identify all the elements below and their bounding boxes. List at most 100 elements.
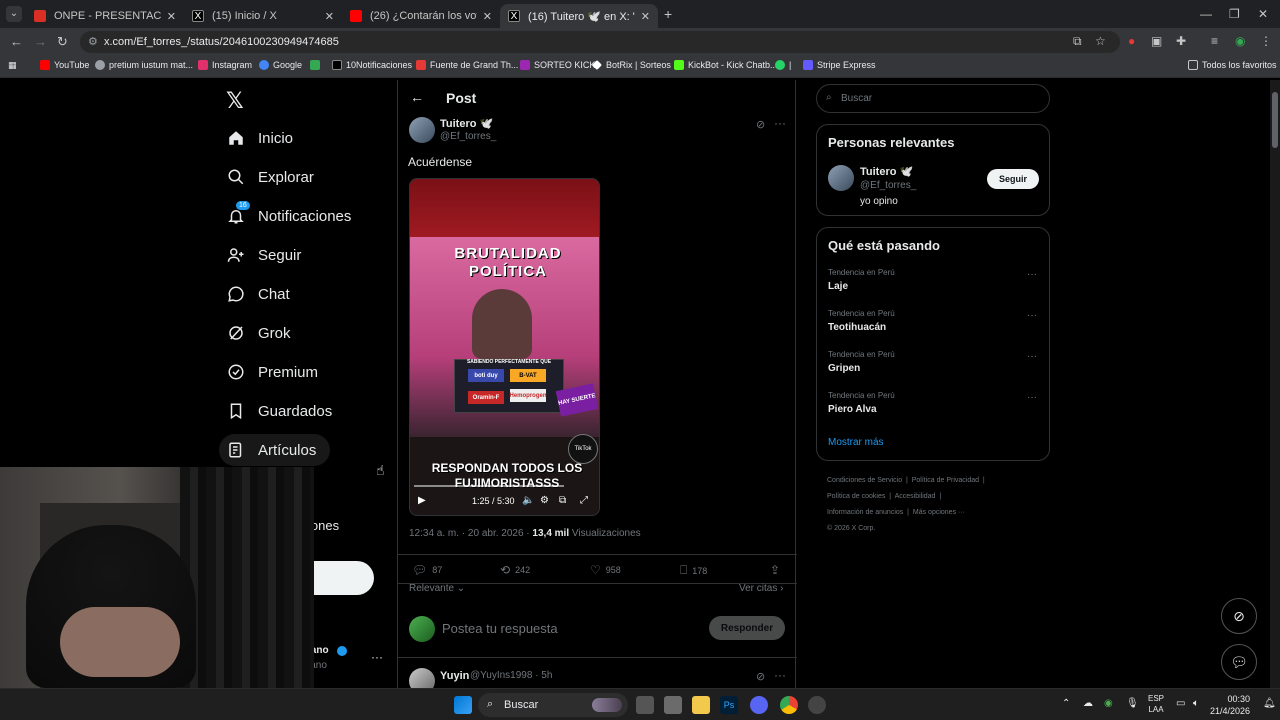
bookmark-google[interactable]: Google <box>259 60 302 70</box>
bookmark-botrix[interactable]: BotRix | Sorteos <box>592 60 671 70</box>
photoshop-icon[interactable]: Ps <box>720 696 738 714</box>
tab-close-icon[interactable]: ✕ <box>641 10 650 23</box>
tab-onpe[interactable]: ONPE - PRESENTACIÓN DE RES ✕ <box>26 4 184 28</box>
microphone-icon[interactable]: 🎙︎ <box>1126 698 1139 709</box>
file-explorer-icon[interactable] <box>692 696 710 714</box>
tab-x-post[interactable]: X (16) Tuitero 🕊️ en X: "Acuérden ✕ <box>500 4 658 28</box>
app-icon[interactable] <box>664 696 682 714</box>
bookmark-stripe[interactable]: Stripe Express <box>803 60 876 70</box>
nav-chat[interactable]: Chat <box>227 285 290 303</box>
bookmark-sorteo-kick[interactable]: SORTEO KICK <box>520 60 595 70</box>
responder-button[interactable]: Responder <box>709 616 785 640</box>
app-icon[interactable] <box>808 696 826 714</box>
pip-icon[interactable]: ⧉ <box>559 495 566 506</box>
tab-youtube[interactable]: (26) ¿Contarán los votos de ac ✕ <box>342 4 500 28</box>
bookmark-pretium[interactable]: pretium iustum mat... <box>95 60 193 70</box>
trend-piero-alva[interactable]: Piero Alva <box>828 404 877 415</box>
nav-inicio[interactable]: Inicio <box>227 129 293 147</box>
post-more-icon[interactable]: ··· <box>774 116 786 130</box>
follow-button[interactable]: Seguir <box>987 169 1039 189</box>
trend-more-icon[interactable]: ··· <box>1027 269 1037 280</box>
footer-link[interactable]: Política de Privacidad <box>912 477 979 484</box>
author-name[interactable]: Tuitero 🕊️ <box>440 117 493 130</box>
nav-grok[interactable]: Grok <box>227 324 291 342</box>
trend-teotihuacan[interactable]: Teotihuacán <box>828 322 886 333</box>
grok-fab-icon[interactable]: ⊘ <box>1221 598 1257 634</box>
taskbar-search[interactable]: ⌕ Buscar <box>478 693 628 717</box>
tab-x-home[interactable]: X (15) Inicio / X ✕ <box>184 4 342 28</box>
new-tab-button[interactable]: + <box>664 6 672 22</box>
reply-author-name[interactable]: Yuyin <box>440 670 469 682</box>
bookmark-button[interactable]: ⎕ 178 <box>680 563 707 578</box>
author-handle[interactable]: @Ef_torres_ <box>440 131 496 142</box>
extension-icon[interactable]: ▣ <box>1151 34 1162 48</box>
relevant-name[interactable]: Tuitero 🕊️ <box>860 165 913 178</box>
x-logo[interactable]: 𝕏 <box>226 88 244 114</box>
tray-app-icon[interactable]: ☁ <box>1083 698 1093 709</box>
extension-record-icon[interactable]: ● <box>1128 34 1135 48</box>
volume-icon[interactable]: 🔈 <box>522 495 534 506</box>
settings-gear-icon[interactable]: ⚙ <box>540 495 549 506</box>
sort-dropdown[interactable]: Relevante ⌄ <box>409 583 465 594</box>
bookmark-kickbot[interactable]: KickBot - Kick Chatb... <box>674 60 778 70</box>
trend-more-icon[interactable]: ··· <box>1027 351 1037 362</box>
trend-more-icon[interactable]: ··· <box>1027 310 1037 321</box>
minimize-icon[interactable]: — <box>1200 7 1212 21</box>
repost-button[interactable]: ⟲ 242 <box>500 563 530 577</box>
page-scrollbar[interactable] <box>1270 80 1280 688</box>
reply-button[interactable]: 💬︎ 87 <box>412 563 442 577</box>
site-info-icon[interactable]: ⚙ <box>88 35 98 48</box>
footer-link[interactable]: Accesibilidad <box>895 493 936 500</box>
tray-chevron-icon[interactable]: ⌃ <box>1062 698 1070 709</box>
bookmark-10notificaciones[interactable]: 10Notificaciones <box>332 60 412 70</box>
reply-avatar[interactable] <box>409 668 435 688</box>
nav-notificaciones[interactable]: 16 Notificaciones <box>227 201 351 225</box>
profile-avatar[interactable]: ◉ <box>1235 34 1245 48</box>
search-input[interactable]: ⌕ Buscar <box>816 84 1050 113</box>
grok-explain-icon[interactable]: ⊘ <box>756 118 765 131</box>
reply-input[interactable]: Postea tu respuesta <box>442 621 558 636</box>
fullscreen-icon[interactable]: ⤢ <box>580 495 588 506</box>
like-button[interactable]: ♡ 958 <box>590 563 621 577</box>
post-timestamp[interactable]: 12:34 a. m. · 20 abr. 2026 · <box>409 528 532 539</box>
share-button[interactable]: ⇪ <box>770 563 785 577</box>
footer-link[interactable]: Política de cookies <box>827 493 885 500</box>
play-icon[interactable]: ▶ <box>418 495 426 506</box>
discord-icon[interactable] <box>750 696 768 714</box>
bookmark-youtube[interactable]: YouTube <box>40 60 89 70</box>
relevant-handle[interactable]: @Ef_torres_ <box>860 180 916 191</box>
back-arrow-icon[interactable]: ← <box>10 34 23 49</box>
task-view-icon[interactable] <box>636 696 654 714</box>
my-avatar[interactable] <box>409 616 435 642</box>
nav-guardados[interactable]: Guardados <box>227 402 332 420</box>
scrollbar-thumb[interactable] <box>1272 92 1278 148</box>
install-app-icon[interactable]: ⧉ <box>1073 34 1082 49</box>
account-more-icon[interactable]: ··· <box>371 650 383 664</box>
volume-icon[interactable]: 🔈︎ <box>1193 698 1199 709</box>
bookmark-whatsapp[interactable]: | <box>775 60 791 70</box>
close-window-icon[interactable]: ✕ <box>1258 7 1268 21</box>
reading-list-icon[interactable]: ≡ <box>1211 34 1218 48</box>
nav-explorar[interactable]: Explorar <box>227 168 314 186</box>
chrome-icon[interactable] <box>780 696 798 714</box>
tab-close-icon[interactable]: ✕ <box>325 10 334 23</box>
reply-more-icon[interactable]: ··· <box>774 668 786 682</box>
restore-icon[interactable]: ❐ <box>1229 7 1240 21</box>
all-bookmarks-folder[interactable]: Todos los favoritos <box>1188 60 1277 70</box>
trend-more-icon[interactable]: ··· <box>1027 392 1037 403</box>
grok-explain-icon[interactable]: ⊘ <box>756 670 765 683</box>
chat-fab-icon[interactable]: 💬︎ <box>1221 644 1257 680</box>
bookmark-instagram[interactable]: Instagram <box>198 60 252 70</box>
tray-app-icon[interactable]: ◉ <box>1104 698 1113 709</box>
show-more-link[interactable]: Mostrar más <box>828 437 884 448</box>
footer-link[interactable]: Información de anuncios <box>827 509 903 516</box>
video-progress-bar[interactable] <box>414 485 564 487</box>
windows-start-icon[interactable] <box>454 696 472 714</box>
bookmark-unnamed[interactable] <box>310 60 324 70</box>
nav-premium[interactable]: Premium <box>227 363 318 381</box>
network-icon[interactable]: ▭ <box>1176 698 1185 709</box>
address-bar[interactable]: ⚙ x.com/Ef_torres_/status/20461002309494… <box>80 31 1120 53</box>
video-player[interactable]: BRUTALIDAD POLÍTICA SABIENDO PERFECTAMEN… <box>409 178 600 516</box>
forward-arrow-icon[interactable]: → <box>34 34 47 49</box>
footer-link[interactable]: Condiciones de Servicio <box>827 477 902 484</box>
